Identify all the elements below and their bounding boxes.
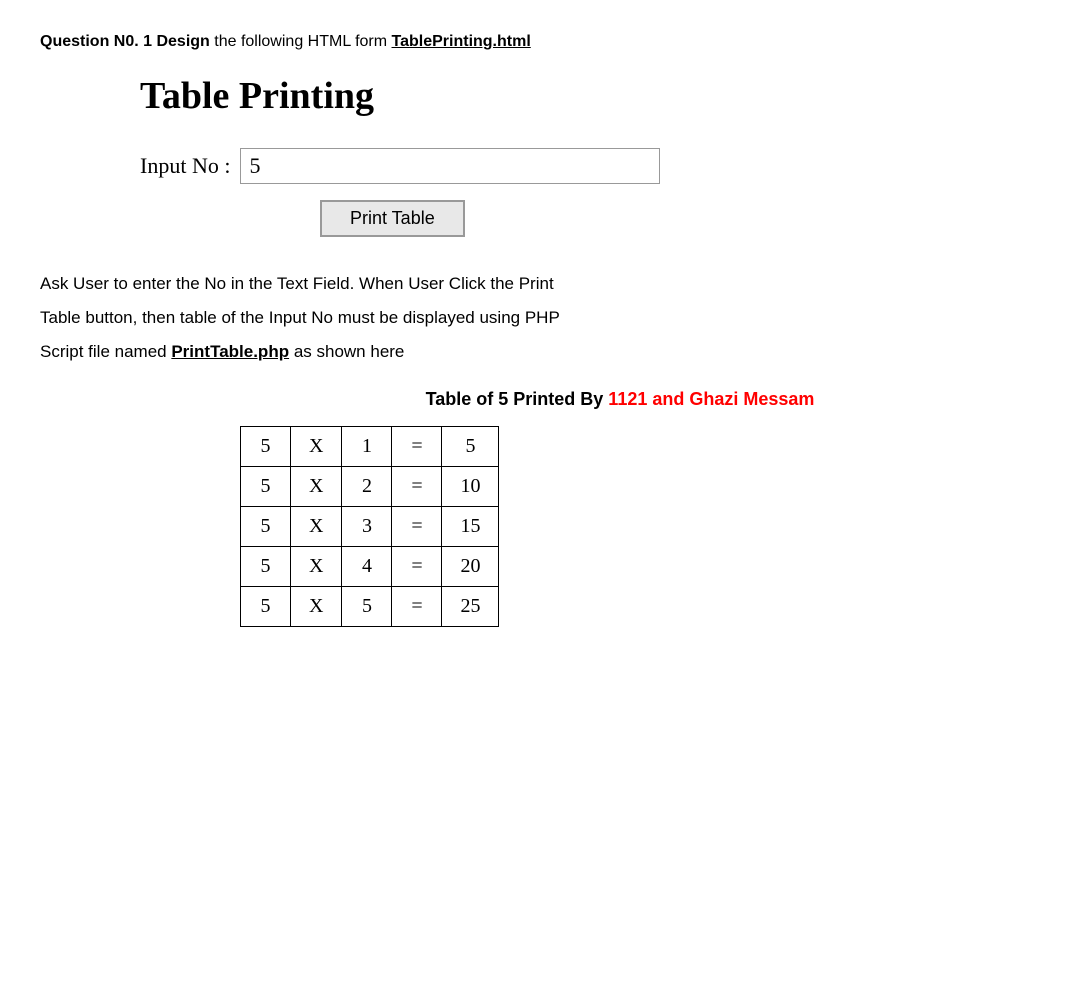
table-cell: = bbox=[392, 587, 442, 627]
input-label: Input No : bbox=[140, 153, 230, 179]
table-cell: 5 bbox=[241, 507, 291, 547]
filename-link: TablePrinting.html bbox=[392, 33, 531, 50]
table-cell: 5 bbox=[241, 427, 291, 467]
question-bold: Question N0. 1 Design bbox=[40, 33, 210, 50]
table-cell: 5 bbox=[442, 427, 499, 467]
table-cell: 15 bbox=[442, 507, 499, 547]
table-cell: = bbox=[392, 547, 442, 587]
form-area: Input No : Print Table bbox=[140, 148, 1040, 237]
table-cell: X bbox=[291, 547, 342, 587]
table-cell: 10 bbox=[442, 467, 499, 507]
question-text: the following HTML form bbox=[214, 33, 391, 50]
table-cell: 5 bbox=[241, 587, 291, 627]
table-row: 5X4=20 bbox=[241, 547, 499, 587]
table-cell: X bbox=[291, 427, 342, 467]
table-heading: Table of 5 Printed By 1121 and Ghazi Mes… bbox=[200, 389, 1040, 410]
table-cell: 25 bbox=[442, 587, 499, 627]
description: Ask User to enter the No in the Text Fie… bbox=[40, 267, 900, 369]
desc-line3-prefix: Script file named bbox=[40, 342, 171, 361]
table-row: 5X5=25 bbox=[241, 587, 499, 627]
php-filename: PrintTable.php bbox=[171, 342, 289, 361]
desc-line3-suffix: as shown here bbox=[289, 342, 404, 361]
table-cell: = bbox=[392, 507, 442, 547]
table-heading-highlight: 1121 and Ghazi Messam bbox=[608, 389, 814, 409]
input-row: Input No : bbox=[140, 148, 1040, 184]
table-cell: X bbox=[291, 587, 342, 627]
table-cell: = bbox=[392, 467, 442, 507]
question-line: Question N0. 1 Design the following HTML… bbox=[40, 30, 1040, 54]
print-table-button[interactable]: Print Table bbox=[320, 200, 465, 237]
table-row: 5X3=15 bbox=[241, 507, 499, 547]
table-cell: 1 bbox=[342, 427, 392, 467]
table-cell: 3 bbox=[342, 507, 392, 547]
page-title: Table Printing bbox=[140, 74, 1040, 118]
table-row: 5X2=10 bbox=[241, 467, 499, 507]
number-input[interactable] bbox=[240, 148, 660, 184]
multiplication-table: 5X1=55X2=105X3=155X4=205X5=25 bbox=[240, 426, 499, 627]
table-cell: 4 bbox=[342, 547, 392, 587]
table-row: 5X1=5 bbox=[241, 427, 499, 467]
desc-line1: Ask User to enter the No in the Text Fie… bbox=[40, 274, 554, 293]
table-cell: 20 bbox=[442, 547, 499, 587]
desc-line2: Table button, then table of the Input No… bbox=[40, 308, 560, 327]
table-cell: 2 bbox=[342, 467, 392, 507]
table-cell: X bbox=[291, 507, 342, 547]
table-cell: 5 bbox=[241, 547, 291, 587]
table-heading-prefix: Table of 5 Printed By bbox=[426, 389, 609, 409]
table-cell: X bbox=[291, 467, 342, 507]
table-cell: 5 bbox=[241, 467, 291, 507]
table-cell: 5 bbox=[342, 587, 392, 627]
table-cell: = bbox=[392, 427, 442, 467]
